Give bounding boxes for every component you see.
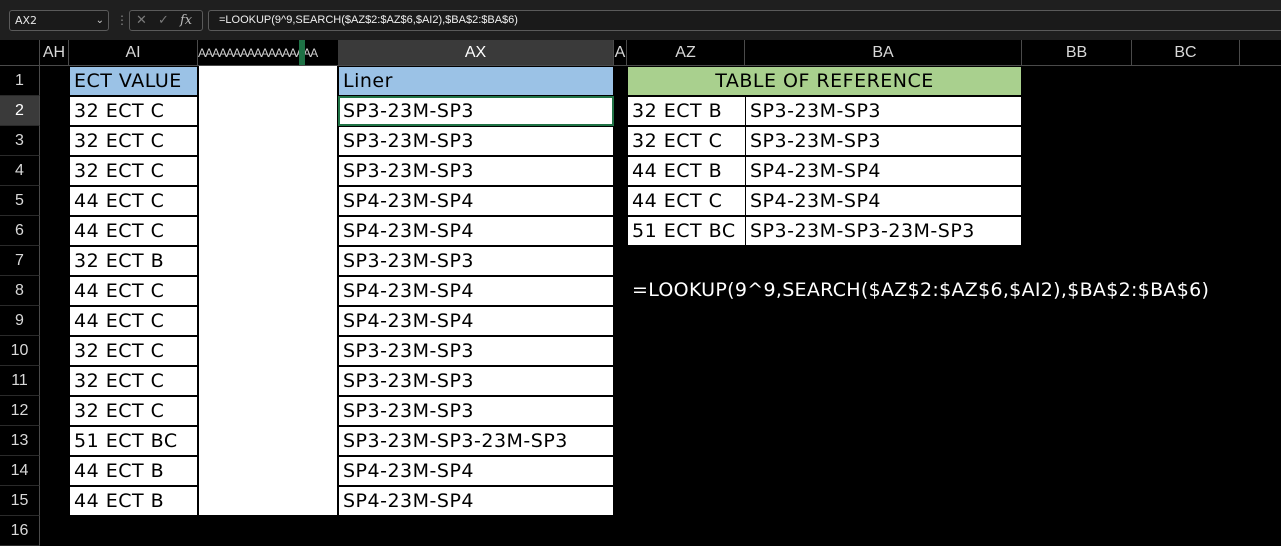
formula-buttons: ✕ ✓ fx [129, 10, 203, 31]
formula-bar: AX2 ⌄ ⋮ ✕ ✓ fx =LOOKUP(9^9,SEARCH($AZ$2:… [0, 0, 1281, 40]
row-header[interactable]: 16 [0, 516, 40, 546]
name-box[interactable]: AX2 ⌄ [9, 10, 109, 31]
row-header[interactable]: 2 [0, 96, 40, 126]
reference-value-cell[interactable]: SP4-23M-SP4 [745, 186, 1022, 216]
active-cell[interactable]: SP3-23M-SP3 [338, 96, 614, 126]
ai-header-cell[interactable]: ECT VALUE [69, 66, 198, 96]
row-header[interactable]: 14 [0, 456, 40, 486]
formula-input[interactable]: =LOOKUP(9^9,SEARCH($AZ$2:$AZ$6,$AI2),$BA… [208, 10, 1281, 31]
select-all-corner[interactable] [0, 40, 40, 66]
ax-value-cell[interactable]: SP3-23M-SP3 [338, 366, 614, 396]
reference-value-cell[interactable]: SP3-23M-SP3 [745, 126, 1022, 156]
more-options-icon[interactable]: ⋮ [116, 13, 128, 27]
row-header[interactable]: 8 [0, 276, 40, 306]
reference-key-cell[interactable]: 32 ECT C [627, 126, 746, 156]
ax-value-cell[interactable]: SP3-23M-SP3 [338, 396, 614, 426]
insert-function-icon[interactable]: fx [180, 11, 192, 30]
reference-key-cell[interactable]: 44 ECT B [627, 156, 746, 186]
ai-value-cell[interactable]: 44 ECT C [69, 306, 198, 336]
cancel-icon[interactable]: ✕ [136, 11, 147, 30]
ax-value-cell[interactable]: SP4-23M-SP4 [338, 216, 614, 246]
row-header[interactable]: 7 [0, 246, 40, 276]
ai-value-cell[interactable]: 44 ECT B [69, 486, 198, 516]
reference-key-cell[interactable]: 51 ECT BC [627, 216, 746, 246]
ax-value-cell[interactable]: SP3-23M-SP3-23M-SP3 [338, 426, 614, 456]
col-header-ai[interactable]: AI [69, 40, 198, 66]
reference-value-cell[interactable]: SP4-23M-SP4 [745, 156, 1022, 186]
ai-value-cell[interactable]: 44 ECT C [69, 216, 198, 246]
reference-table-title[interactable]: TABLE OF REFERENCE [627, 66, 1022, 96]
ai-value-cell[interactable]: 51 ECT BC [69, 426, 198, 456]
hidden-columns-area [198, 66, 338, 516]
row-header[interactable]: 4 [0, 156, 40, 186]
row-header[interactable]: 15 [0, 486, 40, 516]
col-header-az[interactable]: AZ [627, 40, 745, 66]
col-header-bb[interactable]: BB [1022, 40, 1132, 66]
ai-value-cell[interactable]: 32 ECT C [69, 366, 198, 396]
ai-value-cell[interactable]: 32 ECT C [69, 336, 198, 366]
ax-value-cell[interactable]: SP4-23M-SP4 [338, 276, 614, 306]
row-header[interactable]: 5 [0, 186, 40, 216]
row-header[interactable]: 1 [0, 66, 40, 96]
ax-value-cell[interactable]: SP3-23M-SP3 [338, 336, 614, 366]
ax-header-cell[interactable]: Liner [338, 66, 614, 96]
reference-value-cell[interactable]: SP3-23M-SP3-23M-SP3 [745, 216, 1022, 246]
ai-value-cell[interactable]: 44 ECT B [69, 456, 198, 486]
ai-value-cell[interactable]: 32 ECT C [69, 396, 198, 426]
row-header[interactable]: 12 [0, 396, 40, 426]
reference-key-cell[interactable]: 44 ECT C [627, 186, 746, 216]
ax-value-cell[interactable]: SP4-23M-SP4 [338, 186, 614, 216]
enter-icon[interactable]: ✓ [158, 11, 169, 30]
ax-value-cell[interactable]: SP3-23M-SP3 [338, 126, 614, 156]
ai-value-cell[interactable]: 32 ECT C [69, 96, 198, 126]
chevron-down-icon[interactable]: ⌄ [96, 11, 104, 30]
name-box-value: AX2 [15, 14, 38, 27]
ax-value-cell[interactable]: SP4-23M-SP4 [338, 486, 614, 516]
ai-value-cell[interactable]: 32 ECT C [69, 126, 198, 156]
reference-key-cell[interactable]: 32 ECT B [627, 96, 746, 126]
col-header-a-narrow[interactable]: A [614, 40, 627, 66]
row-header[interactable]: 9 [0, 306, 40, 336]
selected-column-marker [299, 40, 305, 65]
ax-value-cell[interactable]: SP4-23M-SP4 [338, 456, 614, 486]
ax-value-cell[interactable]: SP4-23M-SP4 [338, 306, 614, 336]
col-header-next[interactable] [1240, 40, 1281, 66]
ai-value-cell[interactable]: 44 ECT C [69, 276, 198, 306]
row-header[interactable]: 6 [0, 216, 40, 246]
hidden-columns-group[interactable]: AAAAAAAAAAAAAAAAA [198, 40, 338, 66]
ax-value-cell[interactable]: SP3-23M-SP3 [338, 156, 614, 186]
row-header[interactable]: 13 [0, 426, 40, 456]
ai-value-cell[interactable]: 32 ECT C [69, 156, 198, 186]
ai-value-cell[interactable]: 32 ECT B [69, 246, 198, 276]
row-header[interactable]: 3 [0, 126, 40, 156]
formula-note[interactable]: =LOOKUP(9^9,SEARCH($AZ$2:$AZ$6,$AI2),$BA… [632, 276, 1209, 304]
col-header-ax[interactable]: AX [338, 40, 614, 66]
ax-value-cell[interactable]: SP3-23M-SP3 [338, 246, 614, 276]
ai-value-cell[interactable]: 44 ECT C [69, 186, 198, 216]
col-header-bc[interactable]: BC [1132, 40, 1240, 66]
col-header-ba[interactable]: BA [745, 40, 1022, 66]
col-header-ah[interactable]: AH [40, 40, 69, 66]
reference-value-cell[interactable]: SP3-23M-SP3 [745, 96, 1022, 126]
row-header[interactable]: 11 [0, 366, 40, 396]
row-header[interactable]: 10 [0, 336, 40, 366]
